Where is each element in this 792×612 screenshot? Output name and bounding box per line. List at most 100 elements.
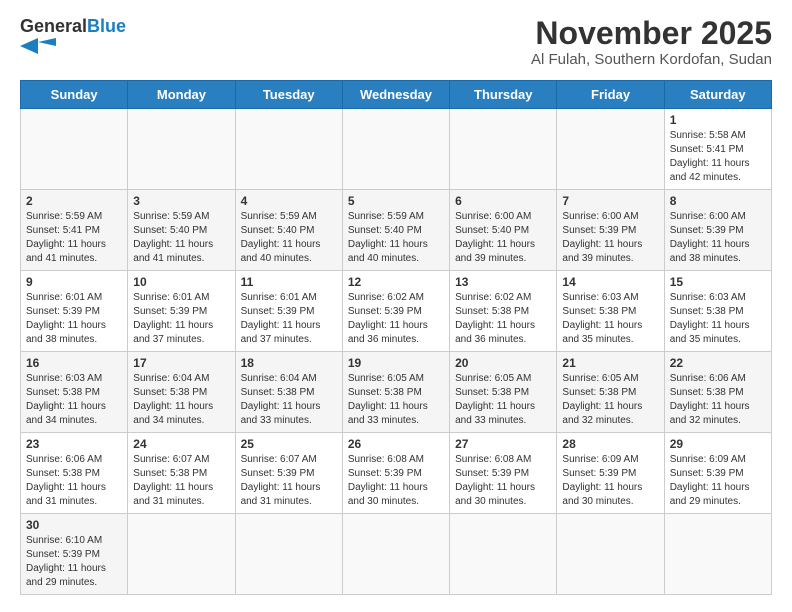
calendar-cell: 8Sunrise: 6:00 AM Sunset: 5:39 PM Daylig… <box>664 190 771 271</box>
calendar-cell: 24Sunrise: 6:07 AM Sunset: 5:38 PM Dayli… <box>128 433 235 514</box>
day-info: Sunrise: 6:09 AM Sunset: 5:39 PM Dayligh… <box>670 453 766 509</box>
day-info: Sunrise: 5:58 AM Sunset: 5:41 PM Dayligh… <box>670 129 766 185</box>
day-number: 17 <box>133 356 229 370</box>
day-number: 23 <box>26 437 122 451</box>
calendar-cell: 1 Sunrise: 5:58 AM Sunset: 5:41 PM Daylig… <box>664 109 771 190</box>
title-area: November 2025 Al Fulah, Southern Kordofa… <box>531 16 772 68</box>
day-number: 30 <box>26 518 122 532</box>
calendar-cell: 16Sunrise: 6:03 AM Sunset: 5:38 PM Dayli… <box>21 352 128 433</box>
day-info: Sunrise: 6:06 AM Sunset: 5:38 PM Dayligh… <box>26 453 122 509</box>
day-number: 9 <box>26 275 122 289</box>
calendar-cell <box>450 109 557 190</box>
day-info: Sunrise: 6:05 AM Sunset: 5:38 PM Dayligh… <box>455 372 551 428</box>
calendar-cell: 22 Sunrise: 6:06 AM Sunset: 5:38 PM Dayli… <box>664 352 771 433</box>
calendar-cell <box>342 514 449 595</box>
day-info: Sunrise: 6:08 AM Sunset: 5:39 PM Dayligh… <box>348 453 444 509</box>
calendar-cell: 28Sunrise: 6:09 AM Sunset: 5:39 PM Dayli… <box>557 433 664 514</box>
calendar-body: 1 Sunrise: 5:58 AM Sunset: 5:41 PM Daylig… <box>21 109 772 595</box>
calendar-cell <box>557 109 664 190</box>
calendar-week-row: 23 Sunrise: 6:06 AM Sunset: 5:38 PM Dayli… <box>21 433 772 514</box>
day-number: 29 <box>670 437 766 451</box>
calendar-cell: 2 Sunrise: 5:59 AM Sunset: 5:41 PM Daylig… <box>21 190 128 271</box>
day-info: Sunrise: 6:04 AM Sunset: 5:38 PM Dayligh… <box>133 372 229 428</box>
day-info: Sunrise: 5:59 AM Sunset: 5:41 PM Dayligh… <box>26 210 122 266</box>
day-info: Sunrise: 5:59 AM Sunset: 5:40 PM Dayligh… <box>348 210 444 266</box>
day-info: Sunrise: 5:59 AM Sunset: 5:40 PM Dayligh… <box>241 210 337 266</box>
day-number: 21 <box>562 356 658 370</box>
day-info: Sunrise: 6:07 AM Sunset: 5:39 PM Dayligh… <box>241 453 337 509</box>
calendar-week-row: 1 Sunrise: 5:58 AM Sunset: 5:41 PM Daylig… <box>21 109 772 190</box>
day-number: 28 <box>562 437 658 451</box>
day-number: 5 <box>348 194 444 208</box>
calendar-cell: 21Sunrise: 6:05 AM Sunset: 5:38 PM Dayli… <box>557 352 664 433</box>
calendar-cell: 12 Sunrise: 6:02 AM Sunset: 5:39 PM Dayli… <box>342 271 449 352</box>
day-number: 1 <box>670 113 766 127</box>
logo-icon <box>20 38 70 54</box>
logo-area: GeneralBlue <box>20 16 126 54</box>
calendar-table: SundayMondayTuesdayWednesdayThursdayFrid… <box>20 80 772 595</box>
calendar-cell <box>557 514 664 595</box>
calendar-cell: 17 Sunrise: 6:04 AM Sunset: 5:38 PM Dayli… <box>128 352 235 433</box>
day-number: 27 <box>455 437 551 451</box>
calendar-cell: 29 Sunrise: 6:09 AM Sunset: 5:39 PM Dayli… <box>664 433 771 514</box>
calendar-week-row: 2 Sunrise: 5:59 AM Sunset: 5:41 PM Daylig… <box>21 190 772 271</box>
day-number: 12 <box>348 275 444 289</box>
calendar-week-row: 16Sunrise: 6:03 AM Sunset: 5:38 PM Dayli… <box>21 352 772 433</box>
day-info: Sunrise: 6:01 AM Sunset: 5:39 PM Dayligh… <box>133 291 229 347</box>
day-number: 2 <box>26 194 122 208</box>
month-title: November 2025 <box>531 16 772 51</box>
calendar-cell: 14 Sunrise: 6:03 AM Sunset: 5:38 PM Dayli… <box>557 271 664 352</box>
logo-text: GeneralBlue <box>20 16 126 38</box>
day-info: Sunrise: 6:03 AM Sunset: 5:38 PM Dayligh… <box>562 291 658 347</box>
calendar-cell <box>342 109 449 190</box>
calendar-cell: 3 Sunrise: 5:59 AM Sunset: 5:40 PM Daylig… <box>128 190 235 271</box>
day-number: 20 <box>455 356 551 370</box>
day-info: Sunrise: 6:04 AM Sunset: 5:38 PM Dayligh… <box>241 372 337 428</box>
calendar-cell: 19 Sunrise: 6:05 AM Sunset: 5:38 PM Dayli… <box>342 352 449 433</box>
page-header: GeneralBlue November 2025 Al Fulah, Sout… <box>20 16 772 68</box>
day-info: Sunrise: 6:06 AM Sunset: 5:38 PM Dayligh… <box>670 372 766 428</box>
calendar-cell <box>128 109 235 190</box>
day-number: 10 <box>133 275 229 289</box>
day-number: 14 <box>562 275 658 289</box>
weekday-header-row: SundayMondayTuesdayWednesdayThursdayFrid… <box>21 81 772 109</box>
day-info: Sunrise: 6:10 AM Sunset: 5:39 PM Dayligh… <box>26 534 122 590</box>
day-info: Sunrise: 6:02 AM Sunset: 5:39 PM Dayligh… <box>348 291 444 347</box>
day-info: Sunrise: 6:02 AM Sunset: 5:38 PM Dayligh… <box>455 291 551 347</box>
day-number: 4 <box>241 194 337 208</box>
day-number: 11 <box>241 275 337 289</box>
calendar-cell: 23 Sunrise: 6:06 AM Sunset: 5:38 PM Dayli… <box>21 433 128 514</box>
calendar-cell: 13 Sunrise: 6:02 AM Sunset: 5:38 PM Dayli… <box>450 271 557 352</box>
day-number: 19 <box>348 356 444 370</box>
calendar-cell: 9 Sunrise: 6:01 AM Sunset: 5:39 PM Daylig… <box>21 271 128 352</box>
calendar-cell: 15Sunrise: 6:03 AM Sunset: 5:38 PM Dayli… <box>664 271 771 352</box>
day-number: 24 <box>133 437 229 451</box>
calendar-cell <box>450 514 557 595</box>
day-info: Sunrise: 6:00 AM Sunset: 5:40 PM Dayligh… <box>455 210 551 266</box>
calendar-cell <box>235 109 342 190</box>
calendar-cell: 6 Sunrise: 6:00 AM Sunset: 5:40 PM Daylig… <box>450 190 557 271</box>
calendar-cell <box>21 109 128 190</box>
calendar-cell: 5 Sunrise: 5:59 AM Sunset: 5:40 PM Daylig… <box>342 190 449 271</box>
day-number: 6 <box>455 194 551 208</box>
day-number: 22 <box>670 356 766 370</box>
calendar-cell: 10 Sunrise: 6:01 AM Sunset: 5:39 PM Dayli… <box>128 271 235 352</box>
calendar-week-row: 9 Sunrise: 6:01 AM Sunset: 5:39 PM Daylig… <box>21 271 772 352</box>
weekday-saturday: Saturday <box>664 81 771 109</box>
weekday-tuesday: Tuesday <box>235 81 342 109</box>
calendar-cell: 25 Sunrise: 6:07 AM Sunset: 5:39 PM Dayli… <box>235 433 342 514</box>
day-info: Sunrise: 6:01 AM Sunset: 5:39 PM Dayligh… <box>241 291 337 347</box>
day-info: Sunrise: 6:03 AM Sunset: 5:38 PM Dayligh… <box>26 372 122 428</box>
day-number: 7 <box>562 194 658 208</box>
calendar-cell <box>664 514 771 595</box>
day-number: 18 <box>241 356 337 370</box>
day-info: Sunrise: 6:05 AM Sunset: 5:38 PM Dayligh… <box>348 372 444 428</box>
day-number: 25 <box>241 437 337 451</box>
calendar-cell: 7Sunrise: 6:00 AM Sunset: 5:39 PM Daylig… <box>557 190 664 271</box>
calendar-week-row: 30 Sunrise: 6:10 AM Sunset: 5:39 PM Dayli… <box>21 514 772 595</box>
day-number: 13 <box>455 275 551 289</box>
day-info: Sunrise: 5:59 AM Sunset: 5:40 PM Dayligh… <box>133 210 229 266</box>
calendar-cell: 20 Sunrise: 6:05 AM Sunset: 5:38 PM Dayli… <box>450 352 557 433</box>
day-number: 3 <box>133 194 229 208</box>
day-info: Sunrise: 6:01 AM Sunset: 5:39 PM Dayligh… <box>26 291 122 347</box>
